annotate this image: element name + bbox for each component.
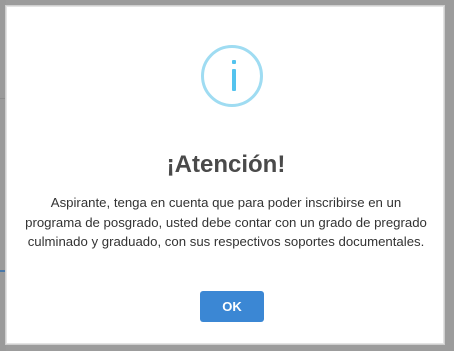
dialog-message: Aspirante, tenga en cuenta que para pode…	[25, 195, 427, 249]
info-icon	[201, 45, 263, 107]
info-icon-dot	[232, 60, 236, 64]
info-icon-stem	[232, 69, 236, 91]
alert-dialog: ¡Atención! Aspirante, tenga en cuenta qu…	[6, 6, 444, 344]
dialog-title: ¡Atención!	[166, 151, 286, 178]
ok-button[interactable]: OK	[200, 291, 264, 322]
